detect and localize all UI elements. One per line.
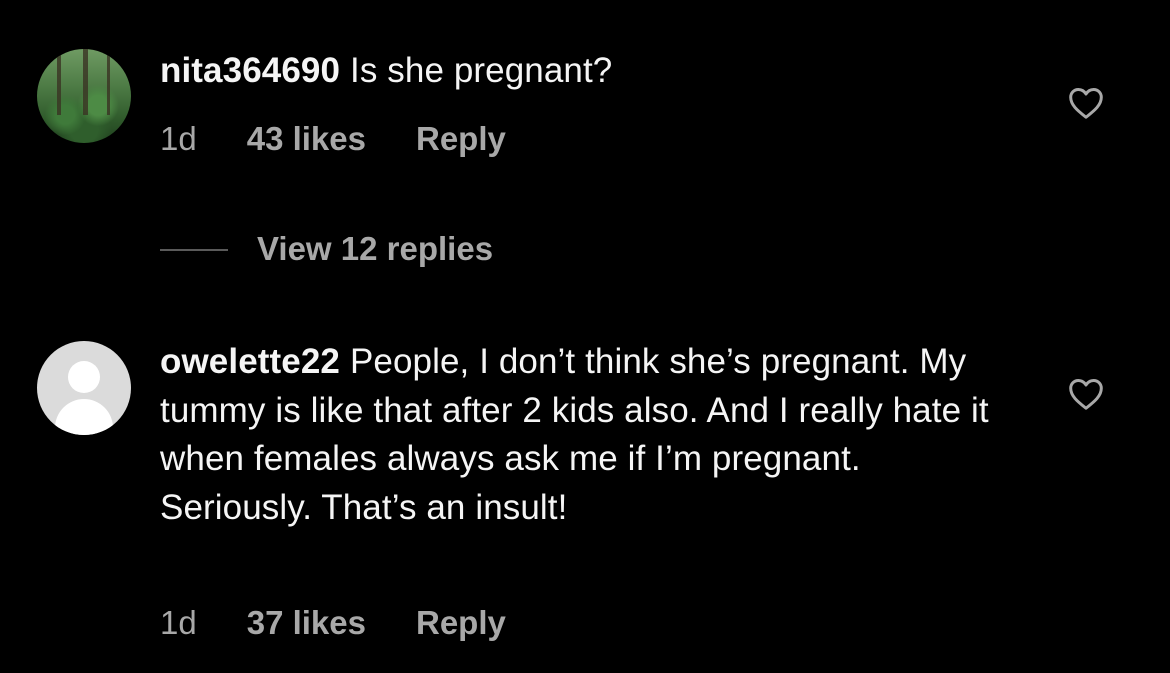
comment-meta: 1d 37 likes Reply (160, 604, 556, 642)
likes-count[interactable]: 43 likes (247, 120, 366, 158)
default-user-head (68, 361, 100, 393)
view-replies-label[interactable]: View 12 replies (257, 230, 493, 268)
comment-meta: 1d 43 likes Reply (160, 120, 556, 158)
reply-button[interactable]: Reply (416, 120, 506, 158)
avatar[interactable] (37, 49, 131, 143)
username[interactable]: nita364690 (160, 51, 340, 90)
reply-button[interactable]: Reply (416, 604, 506, 642)
replies-divider-line (160, 249, 228, 251)
username[interactable]: owelette22 (160, 342, 340, 381)
comment-item-2: owelette22 People, I don’t think she’s pr… (0, 320, 1170, 673)
comment-age: 1d (160, 604, 197, 641)
comment-item-1: nita364690 Is she pregnant? 1d 43 likes Rep… (0, 0, 1170, 200)
likes-count[interactable]: 37 likes (247, 604, 366, 642)
comment-body: Is she pregnant? (350, 51, 613, 90)
comment-text: owelette22 People, I don’t think she’s pr… (160, 338, 1020, 532)
comment-age: 1d (160, 120, 197, 157)
default-user-body (55, 399, 113, 435)
avatar[interactable] (37, 341, 131, 435)
heart-outline-icon[interactable] (1068, 86, 1104, 120)
comment-text: nita364690 Is she pregnant? (160, 47, 1020, 96)
heart-outline-icon[interactable] (1068, 377, 1104, 411)
